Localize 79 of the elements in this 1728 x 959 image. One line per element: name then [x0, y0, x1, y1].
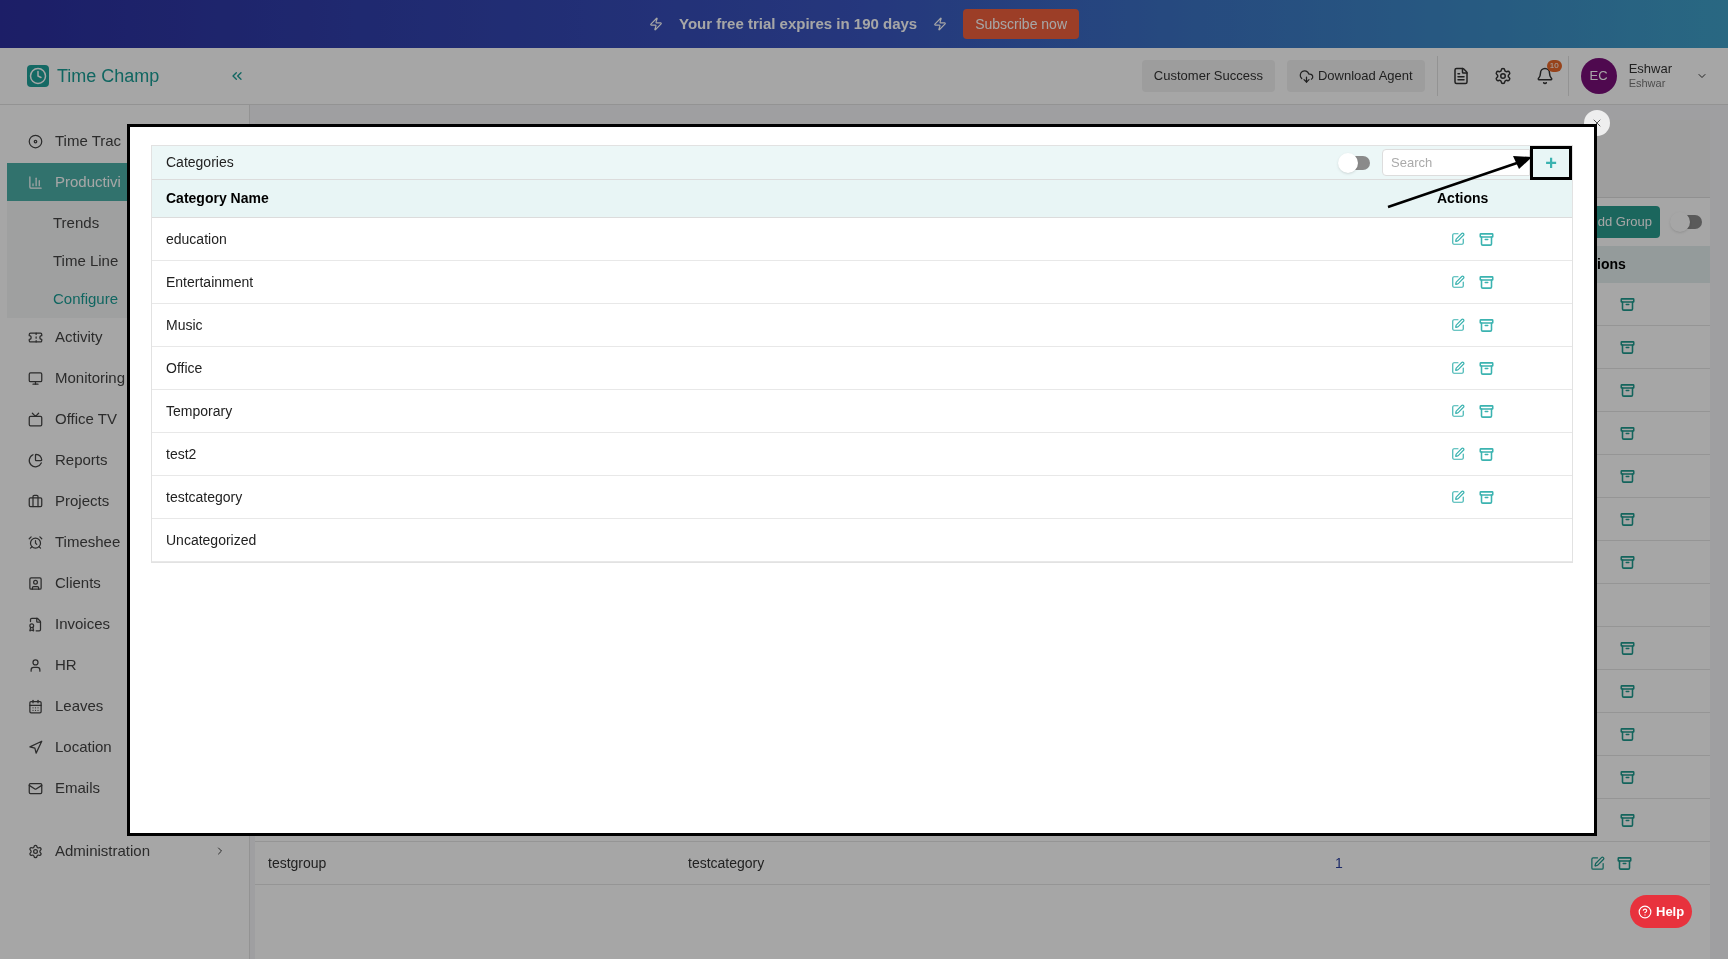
archive-icon[interactable] — [1479, 231, 1494, 247]
cloud-download-icon — [1298, 68, 1314, 84]
archive-icon[interactable] — [1620, 769, 1635, 785]
archive-icon[interactable] — [1620, 640, 1635, 656]
help-icon — [1638, 904, 1652, 919]
sidebar-item[interactable]: Clients — [7, 564, 242, 602]
table-cell-text: Entertainment — [165, 272, 255, 292]
table-cell-text: testcategory — [165, 487, 244, 507]
logo-icon — [27, 65, 49, 87]
app-logo: Time Champ — [57, 64, 160, 88]
edit-icon[interactable] — [1590, 855, 1605, 871]
archive-icon[interactable] — [1617, 855, 1632, 871]
settings-icon[interactable] — [1493, 67, 1512, 85]
tv-icon — [28, 411, 43, 427]
document-icon[interactable] — [1451, 67, 1470, 85]
archive-icon[interactable] — [1479, 317, 1494, 333]
edit-icon[interactable] — [1451, 317, 1465, 332]
archive-icon[interactable] — [1620, 339, 1635, 355]
gear-icon — [28, 843, 43, 859]
pie-icon — [28, 452, 43, 468]
download-agent-button[interactable]: Download Agent — [1286, 60, 1425, 92]
mail-icon — [28, 780, 43, 796]
table-cell-text: testgroup — [267, 853, 328, 873]
calendar-icon — [28, 698, 43, 714]
chart-icon — [28, 174, 43, 190]
column-header: Actions — [1436, 189, 1490, 208]
groups-toggle[interactable] — [1672, 215, 1702, 229]
archive-icon[interactable] — [1620, 812, 1635, 828]
column-header: ions — [1596, 255, 1627, 274]
edit-icon[interactable] — [1451, 231, 1465, 246]
archive-icon[interactable] — [1620, 683, 1635, 699]
sidebar-item[interactable]: Leaves — [7, 687, 242, 725]
sidebar-item[interactable]: Administration — [7, 832, 242, 870]
table-cell-text: testcategory — [687, 853, 766, 873]
location-icon — [28, 739, 43, 755]
archive-icon[interactable] — [1479, 360, 1494, 376]
archive-icon[interactable] — [1620, 511, 1635, 527]
table-cell-text: Music — [165, 315, 204, 335]
archive-icon[interactable] — [1620, 726, 1635, 742]
sidebar-item[interactable]: Emails — [7, 769, 242, 807]
table-cell-text: education — [165, 229, 228, 249]
table-cell-text: Uncategorized — [165, 530, 258, 550]
categories-toggle[interactable] — [1340, 155, 1370, 170]
lightning-icon — [933, 17, 948, 31]
briefcase-icon — [28, 493, 43, 509]
archive-icon[interactable] — [1479, 274, 1494, 290]
user-avatar[interactable]: EC — [1580, 58, 1617, 94]
archive-icon[interactable] — [1479, 403, 1494, 419]
search-field[interactable]: Search — [1382, 149, 1530, 176]
ticket-icon — [28, 329, 43, 345]
edit-icon[interactable] — [1451, 274, 1465, 289]
edit-icon[interactable] — [1451, 360, 1465, 375]
archive-icon[interactable] — [1620, 468, 1635, 484]
archive-icon[interactable] — [1479, 489, 1494, 505]
sidebar-item[interactable]: Location — [7, 728, 242, 766]
user-name: Eshwar — [1628, 61, 1672, 78]
table-cell-text: Office — [165, 358, 204, 378]
lightning-icon — [649, 17, 663, 31]
archive-icon[interactable] — [1620, 425, 1635, 441]
table-cell-text: Temporary — [165, 401, 234, 421]
monitor-icon — [28, 370, 43, 386]
table-cell-text: 1 — [1334, 853, 1344, 873]
archive-icon[interactable] — [1620, 554, 1635, 570]
edit-icon[interactable] — [1451, 489, 1465, 504]
customer-success-button[interactable]: Customer Success — [1141, 60, 1275, 92]
alarm-icon — [28, 534, 43, 550]
edit-icon[interactable] — [1451, 403, 1465, 418]
table-cell-text: test2 — [165, 444, 198, 464]
user-subtitle: Eshwar — [1628, 77, 1667, 91]
edit-icon[interactable] — [1451, 446, 1465, 461]
bell-icon[interactable] — [1535, 67, 1554, 85]
user-icon — [28, 657, 43, 673]
archive-icon[interactable] — [1620, 296, 1635, 312]
trial-message: Your free trial expires in 190 days — [679, 13, 918, 34]
archive-icon[interactable] — [1620, 382, 1635, 398]
notification-badge: 10 — [1546, 60, 1562, 72]
sidebar-item[interactable]: HR — [7, 646, 242, 684]
sidebar-item[interactable]: Invoices — [7, 605, 242, 643]
archive-icon[interactable] — [1479, 446, 1494, 462]
